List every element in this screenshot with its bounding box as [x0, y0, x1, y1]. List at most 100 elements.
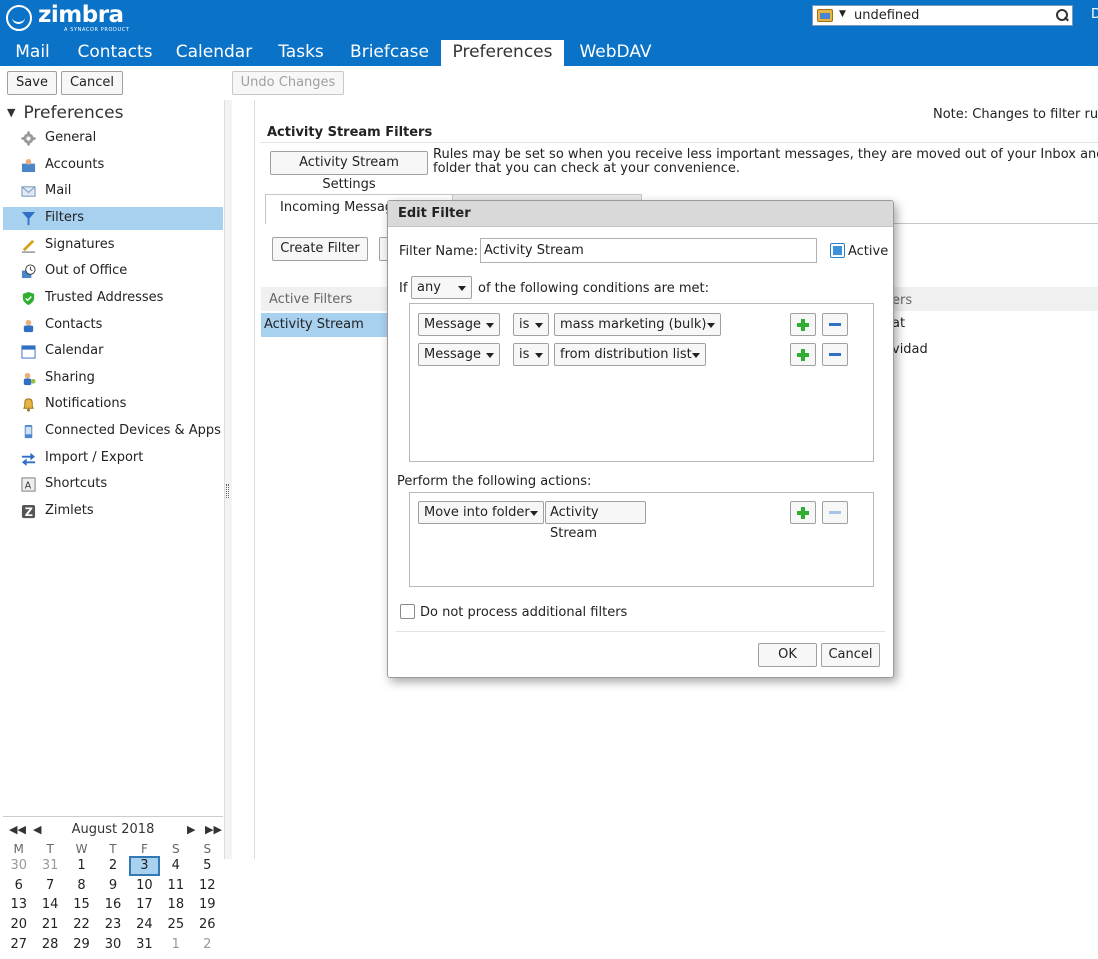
stop-processing-checkbox[interactable] [400, 604, 415, 619]
sidebar-item-label: Out of Office [45, 263, 128, 278]
save-button[interactable]: Save [7, 71, 57, 95]
calendar-day[interactable]: 31 [129, 934, 160, 954]
calendar-day[interactable]: 22 [66, 915, 97, 935]
add-condition-button[interactable] [790, 313, 816, 336]
add-action-button[interactable] [790, 501, 816, 524]
calendar-day[interactable]: 14 [34, 895, 65, 915]
sidebar-item-import-export[interactable]: Import / Export [3, 447, 223, 470]
tab-webdav[interactable]: WebDAV [564, 40, 667, 66]
undo-changes-button[interactable]: Undo Changes [232, 71, 344, 95]
tab-tasks[interactable]: Tasks [263, 40, 339, 66]
sidebar-item-mail[interactable]: Mail [3, 180, 223, 203]
stop-processing-label: Do not process additional filters [420, 605, 628, 620]
condition-field-select[interactable]: Message [418, 343, 500, 366]
calendar-day[interactable]: 18 [160, 895, 191, 915]
sidebar-item-trusted-addresses[interactable]: Trusted Addresses [3, 287, 223, 310]
action-type-select[interactable]: Move into folder [418, 501, 544, 524]
calendar-day[interactable]: 26 [192, 915, 223, 935]
chevron-down-icon[interactable]: ▼ [839, 9, 846, 19]
sidebar-item-shortcuts[interactable]: A Shortcuts [3, 473, 223, 496]
dropdown-arrow-icon [486, 323, 494, 328]
calendar-day[interactable]: 11 [160, 876, 191, 896]
preferences-tree-header[interactable]: ▼ Preferences [7, 103, 123, 123]
logo-wordmark: zimbra [38, 2, 124, 28]
calendar-day[interactable]: 10 [129, 876, 160, 896]
condition-operator-select[interactable]: is [513, 343, 549, 366]
sidebar-item-label: Import / Export [45, 450, 144, 465]
dialog-cancel-button[interactable]: Cancel [821, 643, 880, 667]
collapse-triangle-icon[interactable]: ▼ [7, 106, 15, 119]
create-filter-button[interactable]: Create Filter [272, 237, 368, 261]
sidebar-item-calendar[interactable]: Calendar [3, 340, 223, 363]
active-checkbox[interactable] [830, 243, 845, 258]
remove-condition-button[interactable] [822, 313, 848, 336]
condition-operator-select[interactable]: is [513, 313, 549, 336]
calendar-day[interactable]: 12 [192, 876, 223, 896]
dropdown-arrow-icon [535, 323, 543, 328]
next-year-icon[interactable]: ▶▶ [205, 823, 222, 836]
calendar-day[interactable]: 29 [66, 934, 97, 954]
calendar-day[interactable]: 23 [97, 915, 128, 935]
remove-condition-button[interactable] [822, 343, 848, 366]
calendar-day[interactable]: 13 [3, 895, 34, 915]
tab-mail[interactable]: Mail [0, 40, 65, 66]
sidebar-item-label: Calendar [45, 343, 104, 358]
tab-calendar[interactable]: Calendar [165, 40, 263, 66]
calendar-day[interactable]: 27 [3, 934, 34, 954]
filter-name-input[interactable]: Activity Stream [480, 238, 817, 263]
sidebar-item-sharing[interactable]: Sharing [3, 367, 223, 390]
sidebar-item-accounts[interactable]: Accounts [3, 154, 223, 177]
condition-value-select[interactable]: from distribution list [554, 343, 706, 366]
calendar-day[interactable]: 8 [66, 876, 97, 896]
select-value: is [519, 347, 530, 362]
calendar-day[interactable]: 17 [129, 895, 160, 915]
calendar-day[interactable]: 20 [3, 915, 34, 935]
search-input[interactable]: undefined [854, 8, 919, 23]
dropdown-arrow-icon [486, 353, 494, 358]
calendar-day[interactable]: 15 [66, 895, 97, 915]
calendar-day[interactable]: 1 [160, 934, 191, 954]
sidebar-item-signatures[interactable]: Signatures [3, 234, 223, 257]
tab-briefcase[interactable]: Briefcase [339, 40, 440, 66]
calendar-day[interactable]: 7 [34, 876, 65, 896]
filter-rules-note: Note: Changes to filter rule [933, 107, 1098, 122]
calendar-day[interactable]: 9 [97, 876, 128, 896]
search-icon[interactable] [1056, 9, 1068, 21]
sidebar-resize-handle[interactable] [224, 100, 232, 859]
ok-button[interactable]: OK [758, 643, 817, 667]
next-month-icon[interactable]: ▶ [187, 823, 195, 836]
available-filter-row[interactable]: vidad [892, 342, 928, 357]
folder-chooser-button[interactable]: Activity Stream [545, 501, 646, 541]
sidebar-item-connected-devices[interactable]: Connected Devices & Apps [3, 420, 223, 443]
sidebar-item-notifications[interactable]: Notifications [3, 393, 223, 416]
cancel-button[interactable]: Cancel [61, 71, 123, 95]
calendar-day[interactable]: 24 [129, 915, 160, 935]
dialog-titlebar[interactable]: Edit Filter [388, 201, 893, 227]
sidebar-item-zimlets[interactable]: Z Zimlets [3, 500, 223, 523]
condition-field-select[interactable]: Message [418, 313, 500, 336]
calendar-day[interactable]: 19 [192, 895, 223, 915]
search-scope-folder-icon[interactable] [817, 9, 833, 22]
sidebar-item-contacts[interactable]: Contacts [3, 314, 223, 337]
zimbra-logo[interactable]: zimbra A SYNACOR PRODUCT [6, 2, 131, 35]
remove-action-button[interactable] [822, 501, 848, 524]
calendar-day[interactable]: 6 [3, 876, 34, 896]
calendar-day[interactable]: 28 [34, 934, 65, 954]
search-box[interactable]: ▼ undefined [812, 5, 1073, 26]
calendar-day[interactable]: 16 [97, 895, 128, 915]
tab-preferences[interactable]: Preferences [441, 40, 564, 66]
sidebar-item-filters[interactable]: Filters [3, 207, 223, 230]
calendar-day[interactable]: 2 [192, 934, 223, 954]
calendar-day[interactable]: 30 [97, 934, 128, 954]
tab-contacts[interactable]: Contacts [65, 40, 165, 66]
sidebar-item-general[interactable]: General [3, 127, 223, 150]
condition-value-select[interactable]: mass marketing (bulk) [554, 313, 721, 336]
calendar-day[interactable]: 25 [160, 915, 191, 935]
condition-match-select[interactable]: any [411, 276, 472, 299]
calendar-day[interactable]: 21 [34, 915, 65, 935]
select-value: from distribution list [560, 347, 692, 362]
user-menu[interactable]: D [1091, 7, 1098, 22]
activity-stream-settings-button[interactable]: Activity Stream Settings [270, 151, 428, 192]
add-condition-button[interactable] [790, 343, 816, 366]
sidebar-item-out-of-office[interactable]: Out of Office [3, 260, 223, 283]
